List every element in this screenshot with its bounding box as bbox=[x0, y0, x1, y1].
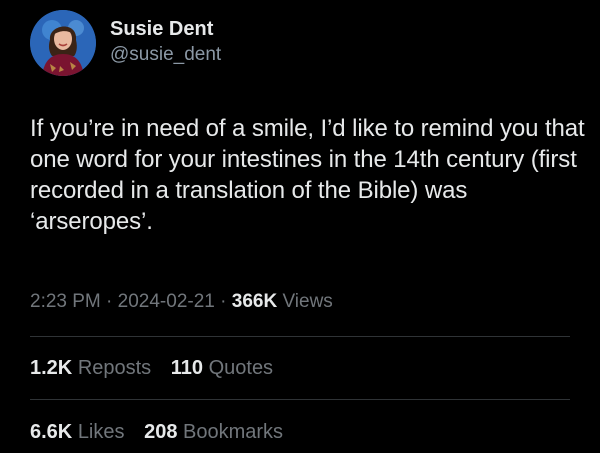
author-names: Susie Dent @susie_dent bbox=[110, 16, 221, 68]
tweet-author-header: Susie Dent @susie_dent bbox=[30, 10, 221, 76]
engagement-stats-row: 6.6K Likes 208 Bookmarks bbox=[30, 418, 297, 446]
tweet-text: If you’re in need of a smile, I’d like t… bbox=[30, 115, 585, 235]
profile-photo-avatar-icon bbox=[30, 10, 96, 76]
avatar[interactable] bbox=[30, 10, 96, 76]
bookmarks-count: 208 bbox=[144, 421, 178, 443]
views-count: 366K bbox=[231, 291, 278, 312]
reposts-label: Reposts bbox=[77, 357, 152, 379]
likes-label: Likes bbox=[77, 421, 125, 443]
divider bbox=[30, 336, 570, 337]
likes-stat[interactable]: 6.6K Likes bbox=[30, 421, 125, 443]
views-label: Views bbox=[282, 291, 333, 312]
meta-separator: · bbox=[220, 291, 227, 312]
tweet-metadata: 2:23 PM · 2024-02-21 · 366K Views bbox=[30, 288, 333, 316]
bookmarks-stat[interactable]: 208 Bookmarks bbox=[144, 421, 283, 443]
likes-count: 6.6K bbox=[30, 421, 73, 443]
quotes-count: 110 bbox=[170, 357, 204, 379]
meta-separator: · bbox=[106, 291, 113, 312]
quotes-label: Quotes bbox=[208, 357, 274, 379]
author-handle[interactable]: @susie_dent bbox=[110, 42, 221, 68]
author-display-name[interactable]: Susie Dent bbox=[110, 16, 221, 42]
reposts-count: 1.2K bbox=[30, 357, 73, 379]
engagement-stats-row: 1.2K Reposts 110 Quotes bbox=[30, 354, 287, 382]
tweet-date[interactable]: 2024-02-21 bbox=[118, 291, 215, 312]
bookmarks-label: Bookmarks bbox=[183, 421, 284, 443]
reposts-stat[interactable]: 1.2K Reposts bbox=[30, 357, 151, 379]
quotes-stat[interactable]: 110 Quotes bbox=[171, 357, 273, 379]
tweet-detail: Susie Dent @susie_dent If you’re in need… bbox=[0, 0, 600, 453]
divider bbox=[30, 399, 570, 400]
tweet-time[interactable]: 2:23 PM bbox=[30, 291, 101, 312]
